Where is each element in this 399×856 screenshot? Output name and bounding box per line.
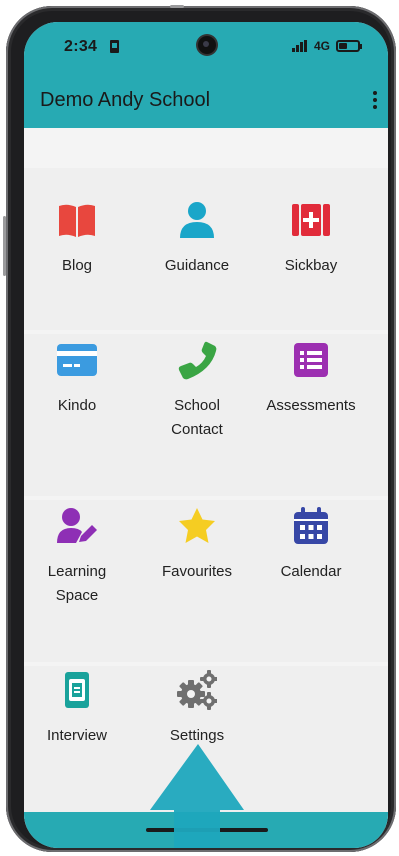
- up-arrow-overlay-icon: [150, 744, 244, 848]
- phone-screen: 2:34 4G Demo Andy School Blog Guidance S…: [24, 22, 388, 848]
- phone-top-mic: [170, 5, 184, 8]
- phone-side-button: [3, 216, 6, 276]
- phone-frame: 2:34 4G Demo Andy School Blog Guidance S…: [3, 5, 396, 852]
